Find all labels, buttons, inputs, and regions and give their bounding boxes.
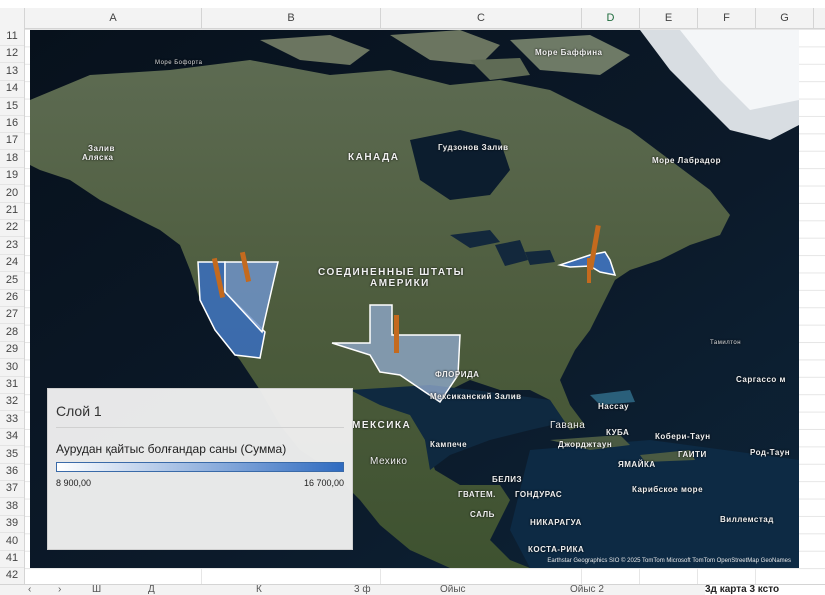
row-header[interactable]: 40 <box>0 533 24 551</box>
row-header[interactable]: 25 <box>0 272 24 290</box>
map-label-usa-1: СОЕДИНЕННЫЕ ШТАТЫ <box>318 267 465 278</box>
map-label-alaska-gulf-1: Залив <box>88 144 115 153</box>
row-header[interactable]: 12 <box>0 45 24 64</box>
map-label-kampeche: Кампече <box>430 440 468 449</box>
legend-divider <box>56 427 344 428</box>
map-label-willemstad: Виллемстад <box>720 515 774 524</box>
map-label-honduras: ГОНДУРАС <box>515 490 563 499</box>
column-header-a[interactable]: A <box>25 8 202 28</box>
map-label-caribbean: Карибское море <box>632 485 704 494</box>
map-label-hudson-bay: Гудзонов Залив <box>438 143 509 152</box>
map-label-salvador: САЛЬ <box>470 510 495 519</box>
row-header[interactable]: 27 <box>0 306 24 325</box>
map-label-kober-town: Кобери-Таун <box>655 432 711 441</box>
map-label-baffin-sea: Море Баффина <box>535 48 603 57</box>
map-attribution: Earthstar Geographics SIO © 2025 TomTom … <box>547 558 791 564</box>
row-header[interactable]: 24 <box>0 254 24 273</box>
legend-title: Слой 1 <box>56 403 102 419</box>
map-label-tamilton: Тамилтон <box>710 340 742 346</box>
row-header[interactable]: 22 <box>0 219 24 238</box>
map-label-alaska-gulf-2: Аляска <box>82 153 114 162</box>
row-header[interactable]: 32 <box>0 393 24 412</box>
row-header[interactable]: 15 <box>0 98 24 116</box>
legend-max-value: 16 700,00 <box>303 478 344 488</box>
column-header-bar: A B C D E F G <box>0 8 825 29</box>
map-label-mexico: МЕКСИКА <box>352 420 412 431</box>
map-label-florida: ФЛОРИДА <box>435 370 480 379</box>
row-header[interactable]: 28 <box>0 324 24 342</box>
row-header[interactable]: 13 <box>0 63 24 81</box>
select-all-corner[interactable] <box>0 8 25 28</box>
row-header[interactable]: 21 <box>0 202 24 220</box>
map-label-canada: КАНАДА <box>348 152 400 163</box>
column-header-g[interactable]: G <box>756 8 814 28</box>
column-header-c[interactable]: C <box>381 8 582 28</box>
map-label-labrador-sea: Море Лабрадор <box>652 156 721 165</box>
row-header[interactable]: 29 <box>0 341 24 360</box>
row-header[interactable]: 35 <box>0 446 24 464</box>
map-legend[interactable]: Слой 1 Аурудан қайтыс болғандар саны (Су… <box>47 388 353 550</box>
map-label-georgetown: Джорджтаун <box>558 440 613 449</box>
row-header[interactable]: 26 <box>0 289 24 307</box>
row-header[interactable]: 16 <box>0 115 24 133</box>
map-label-mexico-city: Мехико <box>370 456 408 467</box>
row-header[interactable]: 11 <box>0 28 24 46</box>
map-label-road-town: Род-Таун <box>750 448 791 457</box>
row-header[interactable]: 39 <box>0 515 24 534</box>
map-label-guatemala: ГВАТЕМ. <box>458 490 496 499</box>
legend-field-name: Аурудан қайтыс болғандар саны (Сумма) <box>56 442 287 456</box>
row-header[interactable]: 18 <box>0 150 24 168</box>
map-label-haiti: ГАИТИ <box>678 450 707 459</box>
row-header[interactable]: 38 <box>0 498 24 516</box>
row-header[interactable]: 36 <box>0 463 24 481</box>
row-header[interactable]: 42 <box>0 567 24 586</box>
row-header[interactable]: 23 <box>0 237 24 255</box>
map-label-havana: Гавана <box>550 420 586 431</box>
legend-color-scale <box>56 462 344 472</box>
map-label-jamaica: ЯМАЙКА <box>618 460 656 469</box>
map-label-costa-rica: КОСТА-РИКА <box>528 545 585 554</box>
row-header[interactable]: 41 <box>0 550 24 568</box>
map-label-belize: БЕЛИЗ <box>492 475 522 484</box>
column-header-f[interactable]: F <box>698 8 756 28</box>
row-header[interactable]: 20 <box>0 185 24 203</box>
row-header-bar: 11 12 13 14 15 16 17 18 19 20 21 22 23 24 25 26 27 28 29 30… <box>0 28 25 586</box>
row-header[interactable]: 37 <box>0 480 24 499</box>
row-header[interactable]: 34 <box>0 428 24 447</box>
map-label-nassau: Нассау <box>598 402 630 411</box>
column-header-e[interactable]: E <box>640 8 698 28</box>
column-header-d[interactable]: D <box>582 8 640 28</box>
row-header[interactable]: 19 <box>0 167 24 186</box>
column-header-b[interactable]: B <box>202 8 381 28</box>
map-label-cuba: КУБА <box>606 428 630 437</box>
row-header[interactable]: 30 <box>0 359 24 377</box>
row-header[interactable]: 14 <box>0 80 24 99</box>
map-label-sargasso: Саргассо м <box>736 375 786 384</box>
row-header[interactable]: 17 <box>0 132 24 151</box>
sheet-tab-bar: ‹ › Ш Д К 3 ф Ойыс Ойыс 2 3д карта 3 кст… <box>0 584 825 595</box>
row-header[interactable]: 33 <box>0 411 24 429</box>
map-label-usa-2: АМЕРИКИ <box>370 278 430 289</box>
map-label-gulf-mexico: Мексиканский Залив <box>430 392 522 401</box>
row-header[interactable]: 31 <box>0 376 24 394</box>
map-label-nicaragua: НИКАРАГУА <box>530 518 582 527</box>
map-label-beaufort-sea: Море Бофорта <box>155 60 203 66</box>
legend-min-value: 8 900,00 <box>56 478 92 488</box>
